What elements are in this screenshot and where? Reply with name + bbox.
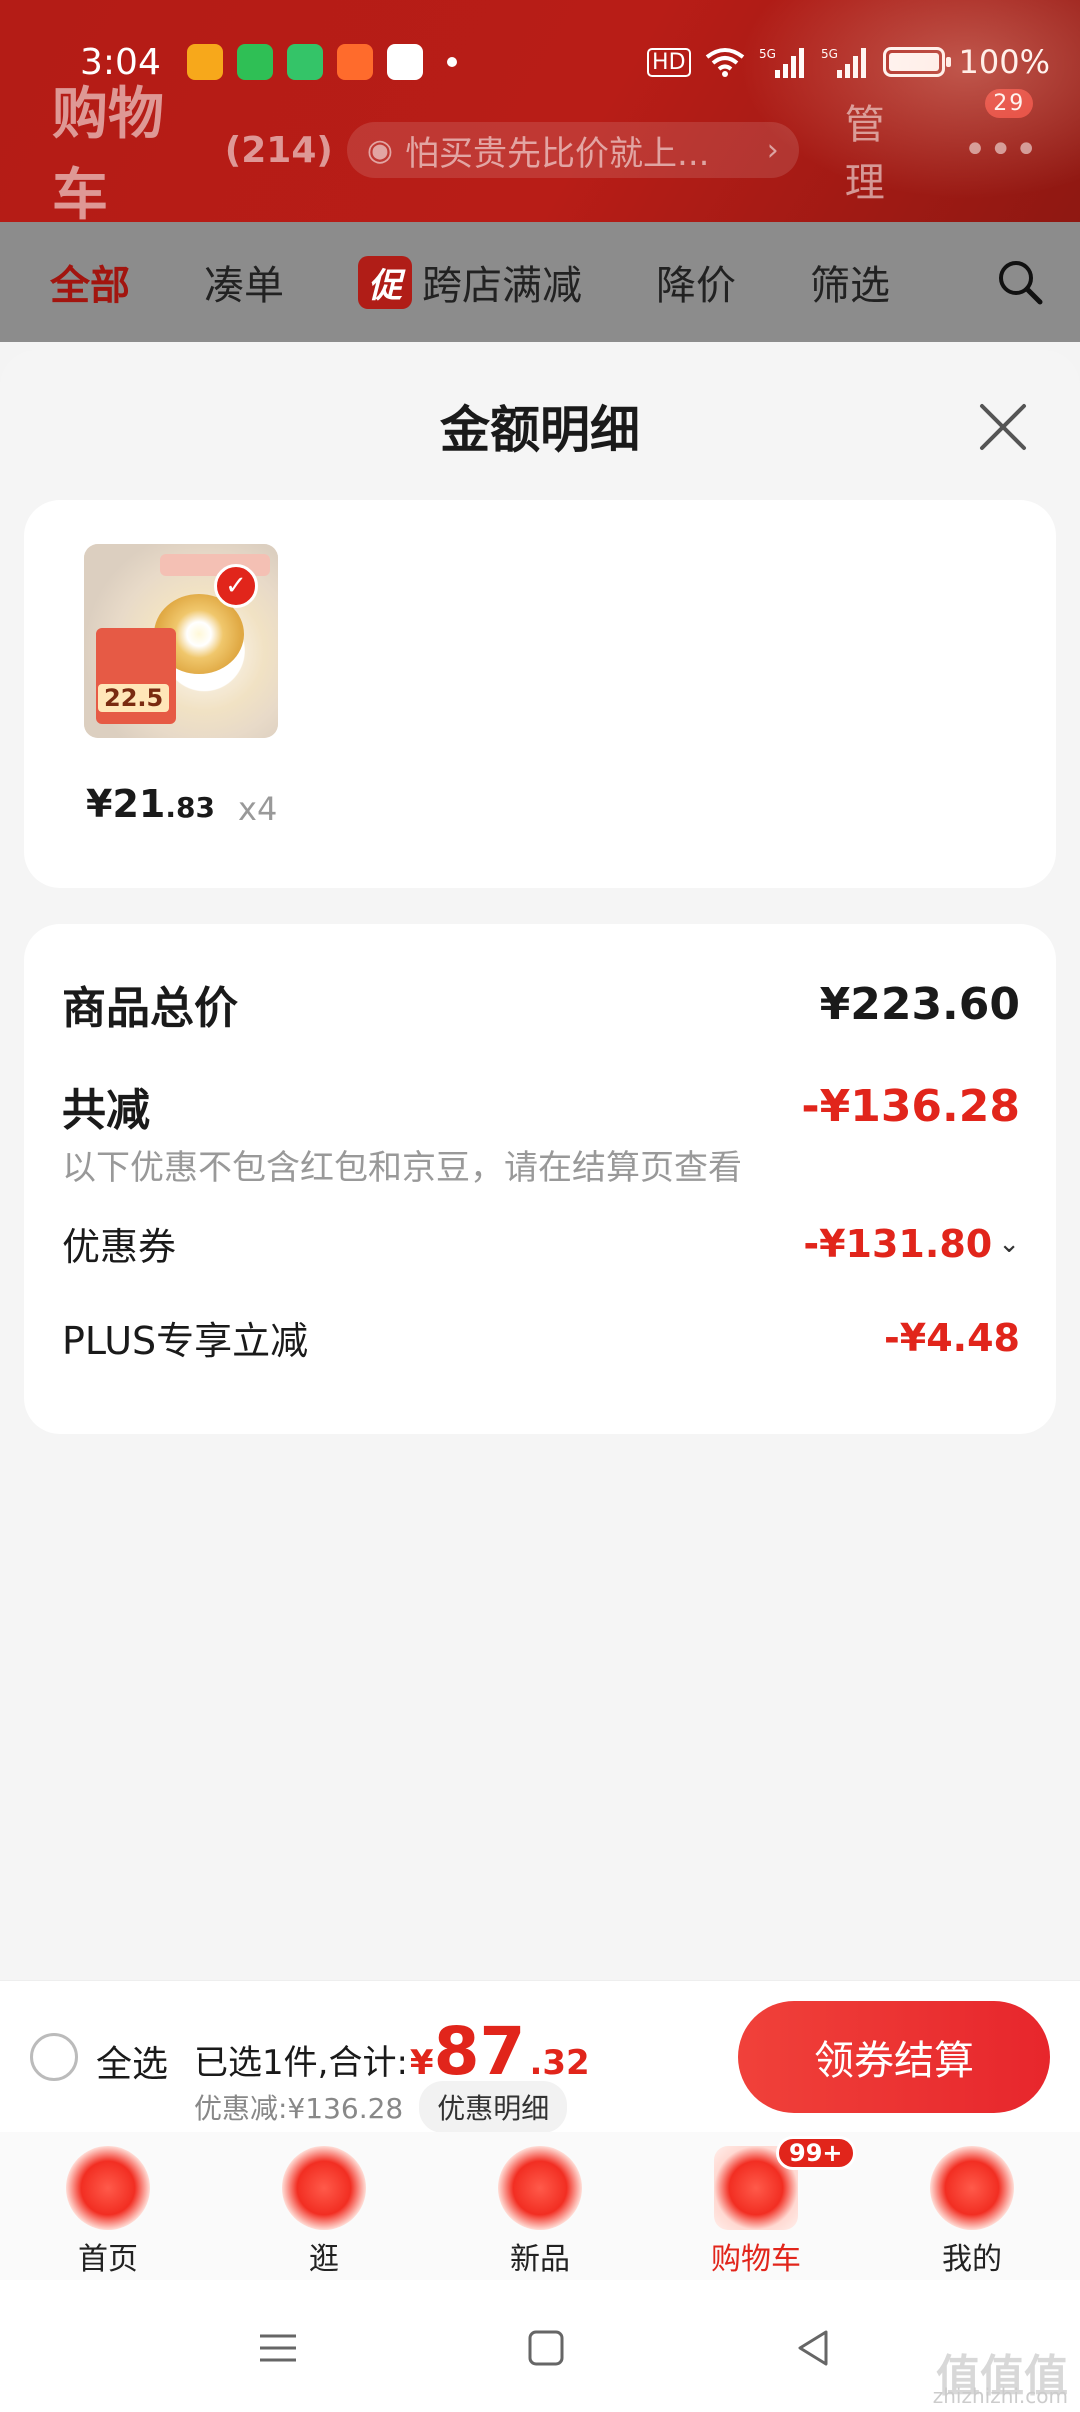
product-quantity: x4 <box>238 790 278 828</box>
total-currency: ¥ <box>409 2043 434 2083</box>
selected-check-icon: ✓ <box>214 564 258 608</box>
tabbar-me[interactable]: 我的 <box>864 2132 1080 2280</box>
manage-button[interactable]: 管理 <box>845 92 923 208</box>
price-compare-search[interactable]: ◉ 怕买贵先比价就上... › <box>346 122 799 178</box>
home-button-icon[interactable] <box>522 2324 570 2372</box>
svg-text:5G: 5G <box>821 47 838 61</box>
total-amount-dec: .32 <box>529 2043 590 2083</box>
back-icon[interactable] <box>790 2324 838 2372</box>
tab-cross-store[interactable]: 促 跨店满减 <box>358 253 582 311</box>
more-badge: 29 <box>985 89 1034 118</box>
tabbar-new-label: 新品 <box>510 2242 570 2277</box>
more-menu-button[interactable]: ••• 29 <box>963 89 1040 173</box>
plus-discount-row: PLUS专享立减 -¥4.48 <box>62 1310 1020 1365</box>
cart-filter-tabs: 全部 凑单 促 跨店满减 降价 筛选 <box>0 222 1080 342</box>
tabbar-home[interactable]: 首页 <box>0 2132 216 2280</box>
tabbar-cart-label: 购物车 <box>711 2242 801 2277</box>
total-amount-int: 87 <box>433 2013 526 2090</box>
status-right: HD 5G 5G 100% <box>647 43 1050 81</box>
tab-price-drop[interactable]: 降价 <box>656 253 736 311</box>
reduce-label: 共减 <box>62 1085 150 1136</box>
select-all-label[interactable]: 全选 <box>96 2035 168 2087</box>
system-navigation-bar: 值值值 zhizhizhi.com <box>0 2280 1080 2412</box>
battery-app-icon <box>286 44 323 80</box>
product-card: 22.5 ✓ ¥21.83 x4 <box>24 500 1056 888</box>
tab-combine[interactable]: 凑单 <box>204 253 284 311</box>
menu-icon[interactable] <box>254 2324 302 2372</box>
tabbar-cart[interactable]: 99+ 购物车 <box>648 2132 864 2280</box>
search-icon[interactable] <box>996 258 1044 306</box>
message-icon <box>236 44 273 80</box>
tabbar-new[interactable]: 新品 <box>432 2132 648 2280</box>
profile-icon <box>930 2146 1014 2230</box>
coupon-value: -¥131.80 <box>803 1221 993 1266</box>
promo-tag: 促 <box>358 255 412 309</box>
product-thumbnail[interactable]: 22.5 ✓ <box>84 544 278 738</box>
tab-cross-store-label: 跨店满减 <box>422 263 582 309</box>
product-price: ¥21.83 <box>86 782 215 826</box>
more-dots-icon: ••• <box>963 127 1040 173</box>
battery-icon <box>882 47 951 77</box>
total-price-value: ¥223.60 <box>819 978 1020 1030</box>
tab-all[interactable]: 全部 <box>50 253 130 311</box>
cart-count: (214) <box>224 129 333 171</box>
hd-icon: HD <box>647 47 691 77</box>
wifi-icon <box>705 48 744 77</box>
status-bar: 3:04 HD 5G 5G 100% <box>80 36 1050 88</box>
close-icon[interactable] <box>976 400 1030 454</box>
selected-total: 已选1件,合计: ¥ 87 .32 <box>194 2019 590 2085</box>
tabbar-browse[interactable]: 逛 <box>216 2132 432 2280</box>
reduce-row: 共减 -¥136.28 <box>62 1074 1020 1138</box>
battery-percent: 100% <box>958 43 1050 81</box>
thumbnail-price: 22.5 <box>98 684 170 712</box>
browse-icon <box>282 2146 366 2230</box>
product-price-dec: .83 <box>165 791 215 824</box>
summary-card: 商品总价 ¥223.60 共减 -¥136.28 以下优惠不包含红包和京豆，请在… <box>24 924 1056 1434</box>
tabbar-home-label: 首页 <box>78 2242 138 2277</box>
chevron-down-icon[interactable]: ⌄ <box>998 1229 1020 1259</box>
home-icon <box>66 2146 150 2230</box>
amount-detail-sheet: 金额明细 22.5 ✓ ¥21.83 x4 商品总价 ¥223.60 共减 -¥… <box>0 350 1080 1980</box>
plus-discount-value: -¥4.48 <box>884 1315 1020 1360</box>
tab-filter[interactable]: 筛选 <box>810 253 890 311</box>
selected-text: 已选1件,合计: <box>194 2043 408 2083</box>
signal-5g-icon-2: 5G <box>821 47 866 78</box>
watermark-sub: zhizhizhi.com <box>932 2384 1068 2408</box>
tabbar-browse-label: 逛 <box>309 2242 339 2277</box>
bottom-tab-bar: 首页 逛 新品 99+ 购物车 我的 <box>0 2132 1080 2280</box>
product-price-int: ¥21 <box>86 782 166 826</box>
search-placeholder: 怕买贵先比价就上... <box>405 133 710 174</box>
eye-icon: ◉ <box>366 132 394 168</box>
discount-detail-button[interactable]: 优惠明细 <box>419 2081 568 2133</box>
app-icon <box>336 44 373 80</box>
total-price-label: 商品总价 <box>62 983 238 1034</box>
total-price-row: 商品总价 ¥223.60 <box>62 972 1020 1036</box>
status-app-icons <box>186 44 457 80</box>
header: 3:04 HD 5G 5G 100% 购物车 (214) ◉ 怕买贵先比价就上.… <box>0 0 1080 228</box>
chevron-right-icon: › <box>766 132 779 168</box>
svg-text:5G: 5G <box>759 47 776 61</box>
china-unicom-icon <box>386 44 423 80</box>
select-all-radio[interactable] <box>30 2033 78 2081</box>
coupon-label: 优惠券 <box>62 1225 177 1269</box>
tabbar-me-label: 我的 <box>942 2242 1002 2277</box>
cart-badge: 99+ <box>776 2136 856 2170</box>
signal-5g-icon: 5G <box>759 47 804 78</box>
cart-title-row: 购物车 (214) ◉ 怕买贵先比价就上... › 管理 ••• 29 <box>52 82 1040 228</box>
cart-title: 购物车 <box>52 82 164 228</box>
checkout-button[interactable]: 领券结算 <box>738 2001 1050 2113</box>
more-notifications-dot <box>446 57 457 67</box>
reduce-value: -¥136.28 <box>801 1080 1020 1132</box>
plus-discount-label: PLUS专享立减 <box>62 1319 309 1363</box>
new-products-icon <box>498 2146 582 2230</box>
discount-text: 优惠减:¥136.28 <box>194 2092 404 2125</box>
checkout-bar: 全选 已选1件,合计: ¥ 87 .32 优惠减:¥136.28 优惠明细 领券… <box>0 1980 1080 2133</box>
coupon-row[interactable]: 优惠券 -¥131.80 ⌄ <box>62 1216 1020 1271</box>
sheet-title: 金额明细 <box>440 401 640 459</box>
discount-note: 以下优惠不包含红包和京豆，请在结算页查看 <box>62 1148 742 1188</box>
discount-line: 优惠减:¥136.28 优惠明细 <box>194 2081 568 2133</box>
